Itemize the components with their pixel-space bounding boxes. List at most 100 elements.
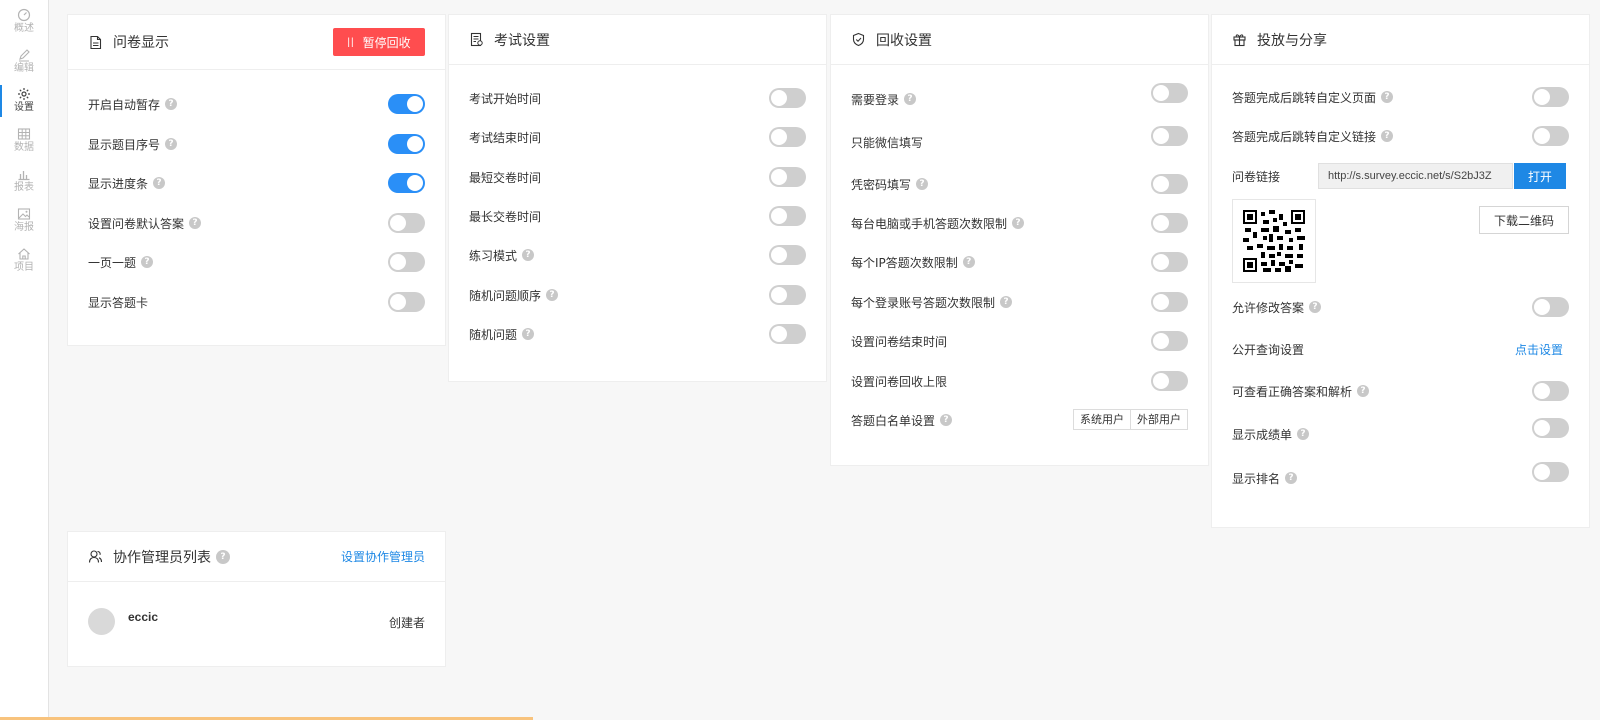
help-icon[interactable]: ?	[1357, 385, 1370, 397]
option-min-submit: 最短交卷时间	[469, 165, 806, 189]
exam-start-toggle[interactable]	[769, 88, 806, 108]
account-limit-toggle[interactable]	[1151, 292, 1188, 312]
option-label: 答题完成后跳转自定义链接	[1232, 129, 1377, 144]
answer-card-toggle[interactable]	[388, 292, 425, 312]
help-icon[interactable]: ?	[216, 549, 230, 564]
help-icon[interactable]: ?	[916, 178, 929, 190]
help-icon[interactable]: ?	[153, 177, 166, 189]
option-label: 考试结束时间	[469, 130, 542, 145]
progress-bar-toggle[interactable]	[388, 173, 425, 193]
help-icon[interactable]: ?	[522, 249, 535, 261]
nav-item-overview[interactable]: 概述	[0, 6, 48, 44]
help-icon[interactable]: ?	[165, 98, 178, 110]
help-icon[interactable]: ?	[1285, 472, 1298, 484]
pause-label: 暂停回收	[362, 35, 411, 50]
nav-item-edit[interactable]: 编辑	[0, 46, 48, 84]
option-label: 每个IP答题次数限制	[851, 255, 958, 270]
nav-item-poster[interactable]: 海报	[0, 205, 48, 243]
avatar	[88, 608, 115, 635]
help-icon[interactable]: ?	[1012, 217, 1025, 229]
option-label: 考试开始时间	[469, 91, 542, 106]
nav-label: 设置	[14, 102, 34, 113]
gear-icon	[18, 88, 30, 100]
option-label: 随机问题顺序	[469, 288, 542, 303]
redirect-page-toggle[interactable]	[1532, 87, 1569, 107]
option-redirect-link: 答题完成后跳转自定义链接?	[1232, 124, 1569, 148]
whitelist-segmented: 系统用户 外部用户	[1073, 409, 1188, 430]
help-icon[interactable]: ?	[940, 414, 953, 426]
end-time-toggle[interactable]	[1151, 331, 1188, 351]
wechat-only-toggle[interactable]	[1151, 126, 1188, 146]
help-icon[interactable]: ?	[904, 93, 917, 105]
show-rank-toggle[interactable]	[1532, 462, 1569, 482]
min-submit-toggle[interactable]	[769, 167, 806, 187]
option-account-limit: 每个登录账号答题次数限制?	[851, 290, 1188, 314]
open-link-button[interactable]: 打开	[1514, 163, 1566, 189]
option-device-limit: 每台电脑或手机答题次数限制?	[851, 211, 1188, 235]
set-collaborators-link[interactable]: 设置协作管理员	[341, 548, 425, 565]
max-submit-toggle[interactable]	[769, 206, 806, 226]
default-answer-toggle[interactable]	[388, 213, 425, 233]
random-question-toggle[interactable]	[769, 324, 806, 344]
survey-display-panel: 问卷显示 || 暂停回收 开启自动暂存? 显示题目序号? 显示进度条? 设置问卷默…	[67, 14, 446, 346]
allow-modify-toggle[interactable]	[1532, 297, 1569, 317]
option-label: 显示题目序号	[88, 137, 161, 152]
option-label: 设置问卷结束时间	[851, 334, 948, 349]
option-label: 答题白名单设置	[851, 413, 936, 428]
help-icon[interactable]: ?	[546, 289, 559, 301]
whitelist-external-users[interactable]: 外部用户	[1130, 410, 1187, 429]
help-icon[interactable]: ?	[522, 328, 535, 340]
nav-item-project[interactable]: 项目	[0, 245, 48, 283]
whitelist-system-users[interactable]: 系统用户	[1074, 410, 1130, 429]
help-icon[interactable]: ?	[962, 256, 975, 268]
pause-icon: ||	[347, 36, 355, 48]
help-icon[interactable]: ?	[141, 256, 154, 268]
help-icon[interactable]: ?	[1000, 296, 1013, 308]
help-icon[interactable]: ?	[1309, 301, 1322, 313]
help-icon[interactable]: ?	[189, 217, 202, 229]
nav-item-report[interactable]: 报表	[0, 165, 48, 203]
survey-link-field[interactable]: http://s.survey.eccic.net/s/S2bJ3Z	[1318, 163, 1513, 189]
require-login-toggle[interactable]	[1151, 83, 1188, 103]
download-qr-button[interactable]: 下载二维码	[1479, 206, 1569, 234]
option-ip-limit: 每个IP答题次数限制?	[851, 250, 1188, 274]
redirect-link-toggle[interactable]	[1532, 126, 1569, 146]
home-icon	[18, 248, 30, 260]
password-toggle[interactable]	[1151, 174, 1188, 194]
practice-mode-toggle[interactable]	[769, 245, 806, 265]
random-order-toggle[interactable]	[769, 285, 806, 305]
show-scores-toggle[interactable]	[1532, 418, 1569, 438]
option-label: 需要登录	[851, 92, 900, 107]
nav-item-settings[interactable]: 设置	[0, 85, 48, 123]
help-icon[interactable]: ?	[1381, 91, 1394, 103]
ip-limit-toggle[interactable]	[1151, 252, 1188, 272]
option-practice-mode: 练习模式?	[469, 243, 806, 267]
exam-end-toggle[interactable]	[769, 127, 806, 147]
option-label: 公开查询设置	[1232, 342, 1305, 357]
collect-limit-toggle[interactable]	[1151, 371, 1188, 391]
panel-header: 回收设置	[831, 15, 1208, 65]
panel-header: 投放与分享	[1212, 15, 1589, 65]
option-label: 练习模式	[469, 248, 518, 263]
view-answers-toggle[interactable]	[1532, 381, 1569, 401]
auto-save-toggle[interactable]	[388, 94, 425, 114]
nav-label: 概述	[14, 23, 34, 34]
survey-link-row: 问卷链接 http://s.survey.eccic.net/s/S2bJ3Z …	[1232, 163, 1569, 189]
help-icon[interactable]: ?	[1381, 130, 1394, 142]
option-progress-bar: 显示进度条?	[88, 171, 425, 195]
table-icon	[17, 128, 31, 140]
option-default-answer: 设置问卷默认答案?	[88, 211, 425, 235]
nav-item-data[interactable]: 数据	[0, 125, 48, 163]
qr-code	[1232, 199, 1316, 283]
pause-collect-button[interactable]: || 暂停回收	[333, 28, 425, 56]
device-limit-toggle[interactable]	[1151, 213, 1188, 233]
public-query-link[interactable]: 点击设置	[1515, 341, 1563, 358]
question-number-toggle[interactable]	[388, 134, 425, 154]
help-icon[interactable]: ?	[1297, 428, 1310, 440]
option-label: 显示成绩单	[1232, 427, 1293, 442]
pencil-icon	[19, 49, 30, 62]
help-icon[interactable]: ?	[165, 138, 178, 150]
option-question-number: 显示题目序号?	[88, 132, 425, 156]
one-per-page-toggle[interactable]	[388, 252, 425, 272]
option-label: 允许修改答案	[1232, 300, 1305, 315]
